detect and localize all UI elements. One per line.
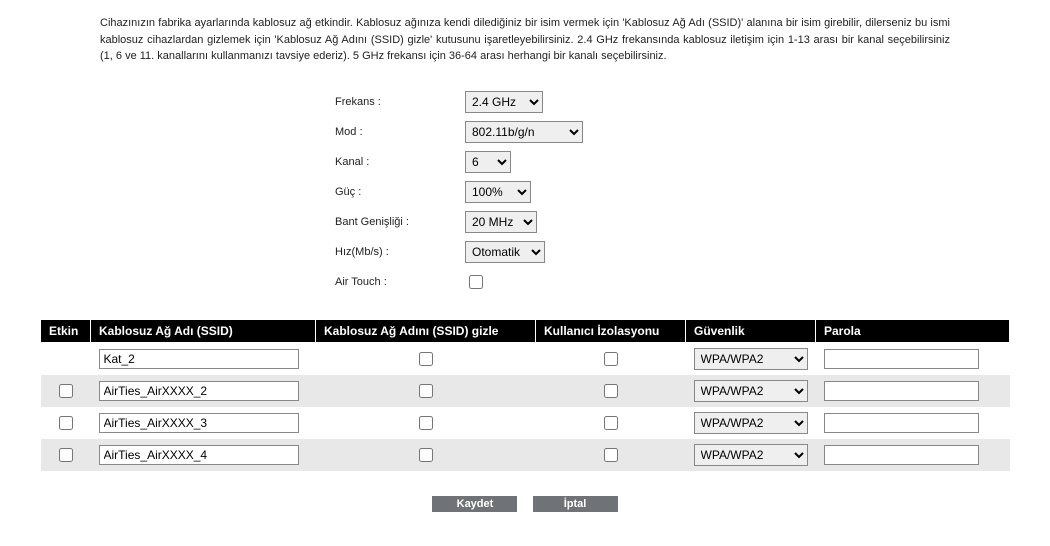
bandwidth-label: Bant Genişliği : [335, 216, 465, 228]
isolation-checkbox[interactable] [604, 352, 618, 366]
table-row: WPA/WPA2 [41, 407, 1010, 439]
isolation-checkbox[interactable] [604, 448, 618, 462]
mode-label: Mod : [335, 126, 465, 138]
enabled-checkbox[interactable] [59, 384, 73, 398]
mode-select[interactable]: 802.11b/g/n [465, 121, 583, 143]
airtouch-label: Air Touch : [335, 276, 465, 288]
ssid-input[interactable] [99, 349, 299, 369]
hide-ssid-checkbox[interactable] [419, 352, 433, 366]
power-label: Güç : [335, 186, 465, 198]
security-select[interactable]: WPA/WPA2 [694, 412, 808, 434]
rate-select[interactable]: Otomatik [465, 241, 545, 263]
channel-select[interactable]: 6 [465, 151, 511, 173]
table-row: WPA/WPA2 [41, 439, 1010, 471]
th-security: Güvenlik [686, 319, 816, 342]
ssid-input[interactable] [99, 413, 299, 433]
rate-label: Hız(Mb/s) : [335, 246, 465, 258]
cancel-button[interactable]: İptal [533, 496, 618, 512]
channel-label: Kanal : [335, 156, 465, 168]
hide-ssid-checkbox[interactable] [419, 448, 433, 462]
th-hide: Kablosuz Ağ Adını (SSID) gizle [316, 319, 536, 342]
table-row: WPA/WPA2 [41, 342, 1010, 375]
frequency-label: Frekans : [335, 96, 465, 108]
password-input[interactable] [824, 349, 979, 369]
enabled-checkbox[interactable] [59, 416, 73, 430]
ssid-input[interactable] [99, 381, 299, 401]
hide-ssid-checkbox[interactable] [419, 384, 433, 398]
table-row: WPA/WPA2 [41, 375, 1010, 407]
settings-block: Frekans : 2.4 GHz Mod : 802.11b/g/n Kana… [335, 90, 715, 294]
th-enabled: Etkin [41, 319, 91, 342]
airtouch-checkbox[interactable] [469, 275, 483, 289]
password-input[interactable] [824, 381, 979, 401]
security-select[interactable]: WPA/WPA2 [694, 380, 808, 402]
isolation-checkbox[interactable] [604, 384, 618, 398]
th-ssid: Kablosuz Ağ Adı (SSID) [91, 319, 316, 342]
enabled-checkbox[interactable] [59, 448, 73, 462]
security-select[interactable]: WPA/WPA2 [694, 444, 808, 466]
password-input[interactable] [824, 413, 979, 433]
power-select[interactable]: 100% [465, 181, 531, 203]
isolation-checkbox[interactable] [604, 416, 618, 430]
ssid-input[interactable] [99, 445, 299, 465]
security-select[interactable]: WPA/WPA2 [694, 348, 808, 370]
bandwidth-select[interactable]: 20 MHz [465, 211, 537, 233]
th-isolation: Kullanıcı İzolasyonu [536, 319, 686, 342]
ssid-table: Etkin Kablosuz Ağ Adı (SSID) Kablosuz Ağ… [40, 319, 1010, 471]
th-password: Parola [816, 319, 1010, 342]
hide-ssid-checkbox[interactable] [419, 416, 433, 430]
password-input[interactable] [824, 445, 979, 465]
intro-text: Cihazınızın fabrika ayarlarında kablosuz… [100, 15, 950, 65]
save-button[interactable]: Kaydet [432, 496, 517, 512]
frequency-select[interactable]: 2.4 GHz [465, 91, 543, 113]
